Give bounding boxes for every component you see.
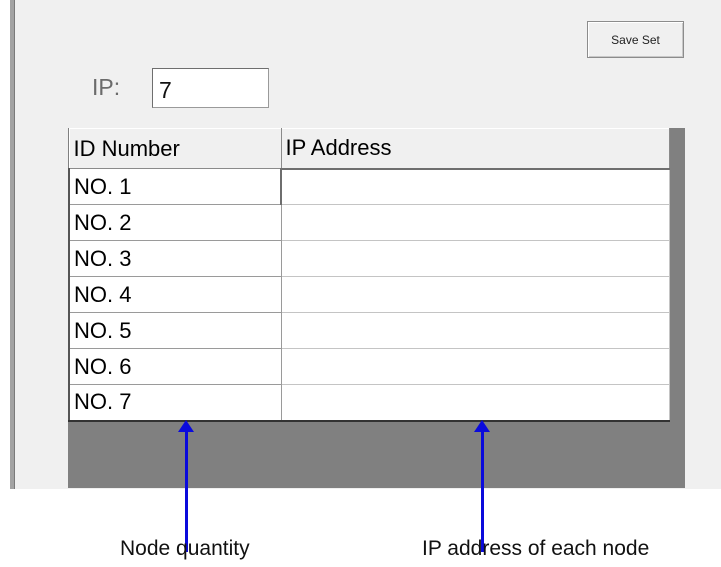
node-id-cell[interactable]: NO. 4 (68, 276, 282, 313)
node-ip-cell[interactable] (280, 240, 670, 277)
node-ip-cell[interactable] (280, 204, 670, 241)
node-ip-cell[interactable] (280, 312, 670, 349)
node-ip-input[interactable] (286, 171, 668, 202)
node-id-cell[interactable]: NO. 1 (68, 168, 282, 205)
node-ip-cell[interactable] (280, 276, 670, 313)
node-id-cell[interactable]: NO. 6 (68, 348, 282, 385)
node-id-cell[interactable]: NO. 3 (68, 240, 282, 277)
node-quantity-arrow (185, 430, 188, 552)
column-header-id-number[interactable]: ID Number (68, 128, 282, 169)
table-row: NO. 7 (68, 384, 670, 422)
ip-address-caption: IP address of each node (422, 537, 650, 560)
table-row: NO. 5 (68, 312, 670, 349)
column-header-ip-address[interactable]: IP Address (280, 128, 670, 169)
node-id-cell[interactable]: NO. 7 (68, 384, 282, 422)
node-id-cell[interactable]: NO. 2 (68, 204, 282, 241)
save-set-button[interactable]: Save Set (587, 21, 684, 58)
table-row: NO. 4 (68, 276, 670, 313)
ip-count-label: IP: (92, 74, 121, 100)
node-ip-cell[interactable] (280, 348, 670, 385)
table-row: NO. 3 (68, 240, 670, 277)
node-ip-cell[interactable] (280, 167, 670, 205)
node-ip-cell[interactable] (280, 384, 670, 422)
ip-address-arrow (481, 430, 484, 552)
node-ip-table: ID Number IP Address NO. 1 NO. 2 NO. 3 N… (68, 128, 670, 422)
window-left-border (10, 0, 15, 489)
node-id-cell[interactable]: NO. 5 (68, 312, 282, 349)
node-quantity-caption: Node quantity (120, 537, 250, 560)
table-header-row: ID Number IP Address (68, 128, 670, 169)
ip-count-input[interactable] (152, 68, 269, 108)
table-row: NO. 2 (68, 204, 670, 241)
table-row: NO. 1 (68, 167, 670, 205)
table-row: NO. 6 (68, 348, 670, 385)
